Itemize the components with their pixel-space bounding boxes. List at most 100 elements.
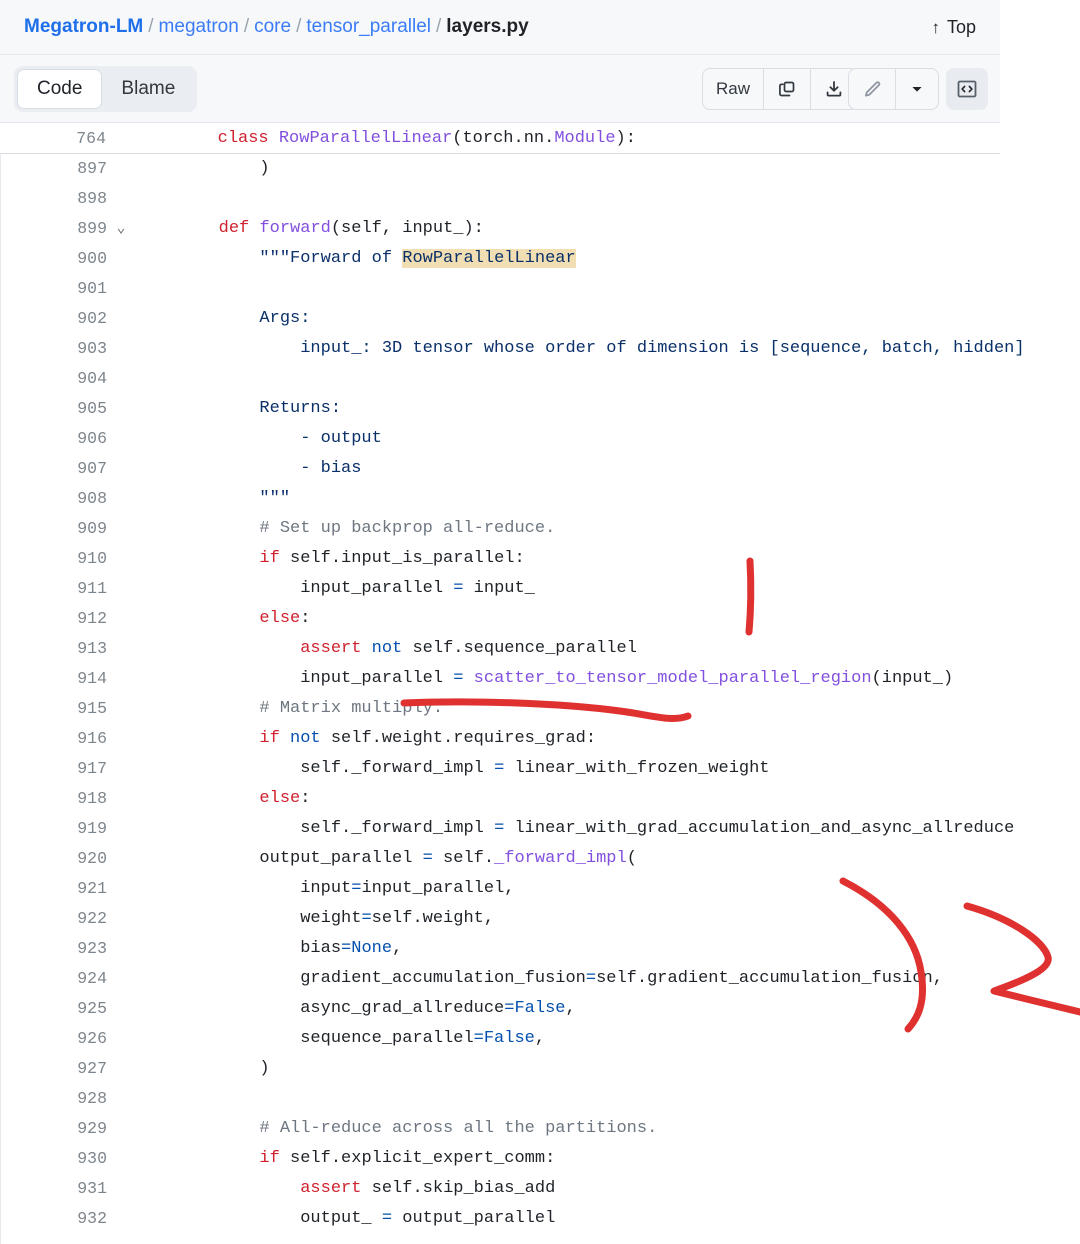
line-number[interactable]: 916 <box>1 724 107 754</box>
code-token: , <box>565 999 576 1018</box>
line-number[interactable]: 902 <box>1 304 107 334</box>
code-token: , <box>534 1029 546 1048</box>
copy-button[interactable] <box>764 69 812 109</box>
line-number[interactable]: 909 <box>1 514 107 544</box>
line-number[interactable]: 911 <box>1 574 107 604</box>
line-number[interactable]: 913 <box>1 634 107 664</box>
breadcrumb-part-core[interactable]: core <box>254 16 291 37</box>
code-text: input_parallel = input_ <box>137 574 535 604</box>
line-number[interactable]: 924 <box>1 964 107 994</box>
code-text: self._forward_impl = linear_with_frozen_… <box>137 754 770 784</box>
code-text: bias=None, <box>137 934 402 964</box>
line-number[interactable]: 932 <box>1 1204 107 1234</box>
line-number[interactable]: 897 <box>1 154 107 184</box>
code-text: else: <box>137 604 310 634</box>
chevron-down-icon[interactable]: ⌄ <box>113 214 129 244</box>
code-token: assert <box>300 639 362 658</box>
raw-button[interactable]: Raw <box>703 69 765 109</box>
line-number[interactable]: 900 <box>1 244 107 274</box>
line-number[interactable]: 925 <box>1 994 107 1024</box>
code-line: 909 # Set up backprop all-reduce. <box>1 514 1000 544</box>
breadcrumb: Megatron-LM / megatron / core / tensor_paralle… <box>24 8 529 46</box>
code-token: self.input_is_parallel: <box>279 549 525 568</box>
code-token: input <box>137 879 352 898</box>
code-token: # Set up backprop all-reduce. <box>137 519 556 538</box>
line-number[interactable]: 910 <box>1 544 107 574</box>
line-number[interactable]: 921 <box>1 874 107 904</box>
line-number[interactable]: 908 <box>1 484 107 514</box>
code-token: = <box>351 879 362 898</box>
code-text: if not self.weight.requires_grad: <box>137 724 596 754</box>
code-token: input_parallel <box>137 579 454 598</box>
line-number[interactable]: 901 <box>1 274 107 304</box>
code-line: 927 ) <box>1 1054 1000 1084</box>
code-token: : <box>300 789 311 808</box>
code-line: 903 input_: 3D tensor whose order of dim… <box>1 334 1024 364</box>
breadcrumb-part-megatron[interactable]: megatron <box>159 16 239 37</box>
line-number[interactable]: 917 <box>1 754 107 784</box>
file-toolbar: Code Blame Raw <box>0 55 1000 123</box>
scroll-to-top-link[interactable]: ↑ Top <box>931 8 976 47</box>
line-number[interactable]: 914 <box>1 664 107 694</box>
code-token: input_parallel <box>137 669 454 688</box>
line-number[interactable]: 907 <box>1 454 107 484</box>
breadcrumb-part-tensor-parallel[interactable]: tensor_parallel <box>306 16 431 37</box>
line-number[interactable]: 927 <box>1 1054 107 1084</box>
code-text: def forward(self, input_): <box>137 214 484 244</box>
code-listing[interactable]: 897 ) 898 899 ⌄ def forward(self, input_): 9… <box>0 154 1025 1244</box>
code-line: 917 self._forward_impl = linear_with_fro… <box>1 754 1000 784</box>
code-token: linear_with_frozen_weight <box>504 759 770 778</box>
code-text: Returns: <box>137 394 341 424</box>
line-number[interactable]: 926 <box>1 1024 107 1054</box>
code-token: = <box>341 939 352 958</box>
download-icon <box>826 81 842 97</box>
code-token: async_grad_allreduce <box>137 999 505 1018</box>
edit-button[interactable] <box>849 69 896 109</box>
up-arrow-icon: ↑ <box>931 18 940 37</box>
line-number[interactable]: 904 <box>1 364 107 394</box>
line-number[interactable]: 920 <box>1 844 107 874</box>
line-number[interactable]: 929 <box>1 1114 107 1144</box>
line-number[interactable]: 898 <box>1 184 107 214</box>
code-line: 923 bias=None, <box>1 934 1000 964</box>
code-text: # Set up backprop all-reduce. <box>137 514 555 544</box>
edit-dropdown-button[interactable] <box>896 69 938 109</box>
code-token: input_parallel, <box>361 879 515 898</box>
line-number[interactable]: 905 <box>1 394 107 424</box>
line-number[interactable]: 915 <box>1 694 107 724</box>
line-number[interactable]: 923 <box>1 934 107 964</box>
breadcrumb-repo[interactable]: Megatron-LM <box>24 16 143 37</box>
line-number[interactable]: 918 <box>1 784 107 814</box>
code-token: ( <box>626 849 637 868</box>
line-number[interactable]: 931 <box>1 1174 107 1204</box>
code-line: 898 <box>1 184 1000 214</box>
code-token: = <box>453 579 464 598</box>
code-token: Module <box>554 129 616 148</box>
code-token: if <box>259 549 280 568</box>
line-number[interactable]: 899 <box>1 214 107 244</box>
code-blame-toggle: Code Blame <box>14 66 198 112</box>
scroll-to-top-label: Top <box>946 17 976 37</box>
code-token: ): <box>615 129 636 148</box>
code-token: = <box>494 759 505 778</box>
line-number[interactable]: 903 <box>1 334 107 364</box>
tab-blame[interactable]: Blame <box>102 69 194 109</box>
tab-code[interactable]: Code <box>17 69 103 109</box>
code-text: ) <box>137 154 269 184</box>
line-number[interactable]: 919 <box>1 814 107 844</box>
line-number[interactable]: 912 <box>1 604 107 634</box>
sticky-context-line: 764 class RowParallelLinear(torch.nn.Mod… <box>0 123 1000 154</box>
code-token: self. <box>432 849 495 868</box>
line-number[interactable]: 922 <box>1 904 107 934</box>
line-number[interactable]: 930 <box>1 1144 107 1174</box>
code-line-sticky: 764 class RowParallelLinear(torch.nn.Mod… <box>0 123 1000 154</box>
line-number[interactable]: 928 <box>1 1084 107 1114</box>
code-text: if self.input_is_parallel: <box>137 544 525 574</box>
code-symbol-button[interactable] <box>946 68 988 110</box>
code-token: (torch.nn. <box>452 129 555 148</box>
line-number[interactable]: 906 <box>1 424 107 454</box>
